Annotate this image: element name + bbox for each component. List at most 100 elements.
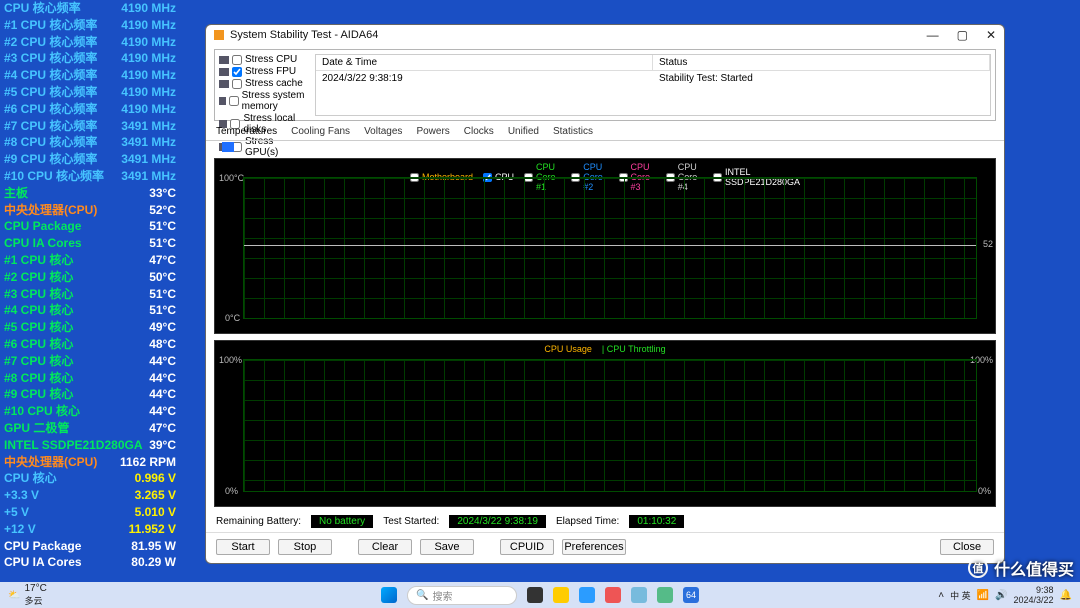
close-window-button[interactable]: ✕ [986,28,996,42]
osd-row: #4 CPU 核心频率4190 MHz [0,67,180,84]
cpuid-button[interactable]: CPUID [500,539,554,555]
osd-row: 中央处理器(CPU)52°C [0,202,180,219]
start-button-icon[interactable] [381,587,397,603]
stress-option[interactable]: Stress CPU [219,54,309,65]
tab-statistics[interactable]: Statistics [553,126,593,137]
maximize-button[interactable]: ▢ [957,28,968,42]
notifications-icon[interactable]: 🔔 [1060,590,1072,601]
osd-row: #9 CPU 核心频率3491 MHz [0,151,180,168]
osd-row: #8 CPU 核心频率3491 MHz [0,134,180,151]
stress-checkbox[interactable] [232,67,242,77]
log-table: Date & Time Status 2024/3/22 9:38:19 Sta… [315,54,991,116]
osd-row: #2 CPU 核心50°C [0,269,180,286]
explorer-icon[interactable] [553,587,569,603]
close-button[interactable]: Close [940,539,994,555]
selection-indicator [222,142,234,152]
log-datetime: 2024/3/22 9:38:19 [316,71,653,86]
edge-icon[interactable] [579,587,595,603]
osd-row: #8 CPU 核心44°C [0,370,180,387]
osd-overlay: CPU 核心频率4190 MHz#1 CPU 核心频率4190 MHz #2 CP… [0,0,180,571]
tray-lang[interactable]: 中 英 [950,589,971,602]
app-icon-2[interactable] [631,587,647,603]
app-icon [214,30,224,40]
osd-row: #7 CPU 核心频率3491 MHz [0,118,180,135]
osd-row: CPU 核心0.996 V [0,470,180,487]
g2-rmin: 0% [978,486,991,496]
legend-item: CPU Usage [544,344,592,354]
stress-checkbox[interactable] [232,55,242,65]
titlebar[interactable]: System Stability Test - AIDA64 ― ▢ ✕ [206,25,1004,45]
stress-icon [219,97,226,105]
weather-icon: ⛅ [8,590,20,601]
osd-row: #9 CPU 核心44°C [0,386,180,403]
status-bar: Remaining Battery: No battery Test Start… [206,511,1004,532]
osd-row: #3 CPU 核心频率4190 MHz [0,50,180,67]
osd-row: CPU Package81.95 W [0,538,180,555]
tab-clocks[interactable]: Clocks [464,126,494,137]
osd-row: +5 V5.010 V [0,504,180,521]
g2-ymax: 100% [219,355,242,365]
osd-row: CPU IA Cores80.29 W [0,554,180,571]
app-icon-3[interactable] [657,587,673,603]
tab-unified[interactable]: Unified [508,126,539,137]
temperature-graph[interactable]: MotherboardCPUCPU Core #1CPU Core #2CPU … [214,158,996,334]
stress-option[interactable]: Stress cache [219,78,309,89]
osd-row: #7 CPU 核心44°C [0,353,180,370]
osd-row: CPU 核心频率4190 MHz [0,0,180,17]
g1-ymax: 100°C [219,173,244,183]
battery-value: No battery [311,515,373,528]
taskbar[interactable]: ⛅ 17°C 多云 🔍 搜索 64 ˄ 中 英 📶 🔊 9:38 2024/3/… [0,582,1080,608]
osd-row: +3.3 V3.265 V [0,487,180,504]
preferences-button[interactable]: Preferences [562,539,626,555]
legend-item: | CPU Throttling [602,344,666,354]
aida64-window: System Stability Test - AIDA64 ― ▢ ✕ Str… [205,24,1005,564]
started-label: Test Started: [383,516,439,527]
stress-option[interactable]: Stress FPU [219,66,309,77]
stress-panel: Stress CPUStress FPUStress cacheStress s… [214,49,996,121]
cpu-usage-graph[interactable]: CPU Usage | CPU Throttling 100% 0% 100% … [214,340,996,507]
stress-checkbox[interactable] [229,96,239,106]
battery-label: Remaining Battery: [216,516,301,527]
weather-temp: 17°C [24,583,46,594]
search-icon: 🔍 [416,590,428,601]
save-button[interactable]: Save [420,539,474,555]
tab-voltages[interactable]: Voltages [364,126,402,137]
g1-ymin: 0°C [225,313,240,323]
osd-row: #6 CPU 核心频率4190 MHz [0,101,180,118]
osd-row: +12 V11.952 V [0,521,180,538]
tray-volume-icon[interactable]: 🔊 [995,590,1007,601]
col-datetime: Date & Time [316,55,653,70]
stress-checkbox[interactable] [232,79,242,89]
task-view-icon[interactable] [527,587,543,603]
osd-row: #10 CPU 核心44°C [0,403,180,420]
tray-chevron-icon[interactable]: ˄ [938,590,944,601]
app-icon-1[interactable] [605,587,621,603]
osd-row: #3 CPU 核心51°C [0,286,180,303]
window-title: System Stability Test - AIDA64 [230,29,378,41]
tab-temperatures[interactable]: Temperatures [216,126,277,137]
tab-powers[interactable]: Powers [416,126,449,137]
weather-widget[interactable]: ⛅ 17°C 多云 [8,583,47,607]
g2-ymin: 0% [225,486,238,496]
stress-icon [219,80,229,88]
minimize-button[interactable]: ― [927,28,939,42]
stop-button[interactable]: Stop [278,539,332,555]
osd-row: CPU Package51°C [0,218,180,235]
osd-row: 主板33°C [0,185,180,202]
start-button[interactable]: Start [216,539,270,555]
tray-wifi-icon[interactable]: 📶 [977,590,989,601]
osd-row: INTEL SSDPE21D280GA39°C [0,437,180,454]
osd-row: #10 CPU 核心频率3491 MHz [0,168,180,185]
tab-cooling-fans[interactable]: Cooling Fans [291,126,350,137]
taskbar-search[interactable]: 🔍 搜索 [407,586,517,605]
search-placeholder: 搜索 [432,588,452,603]
stress-icon [219,56,229,64]
tab-strip: Temperatures Cooling Fans Voltages Powers Cl… [206,121,1004,141]
osd-row: #1 CPU 核心频率4190 MHz [0,17,180,34]
taskbar-clock[interactable]: 9:38 2024/3/22 [1014,585,1054,605]
osd-row: #5 CPU 核心49°C [0,319,180,336]
osd-row: #1 CPU 核心47°C [0,252,180,269]
aida64-taskbar-icon[interactable]: 64 [683,587,699,603]
clear-button[interactable]: Clear [358,539,412,555]
stress-option[interactable]: Stress system memory [219,90,309,112]
